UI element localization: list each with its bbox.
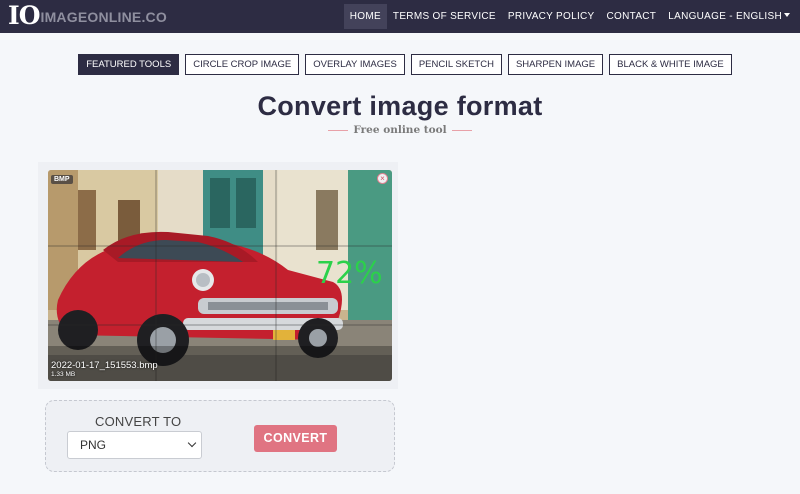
logo-text: IMAGEONLINE.CO [40,9,167,25]
featured-tools-button[interactable]: FEATURED TOOLS [78,54,180,75]
nav-menu: HOME TERMS OF SERVICE PRIVACY POLICY CON… [343,4,796,29]
logo-mark: IO [8,1,41,30]
subtitle-text: Free online tool [353,124,447,136]
format-select-value: PNG [80,438,107,452]
upload-progress: 72% [316,256,383,291]
chevron-down-icon [187,438,197,448]
subtitle-divider-right [451,129,472,131]
format-badge: BMP [51,175,73,184]
close-icon[interactable]: × [377,173,388,184]
nav-home-link[interactable]: HOME [343,4,387,29]
convert-button[interactable]: CONVERT [254,425,337,452]
page-subtitle: Free online tool [0,124,800,136]
subtitle-divider-left [328,129,349,131]
nav-terms-link[interactable]: TERMS OF SERVICE [387,4,502,29]
circle-crop-button[interactable]: CIRCLE CROP IMAGE [185,54,300,75]
language-dropdown[interactable]: LANGUAGE - ENGLISH [662,4,796,29]
sharpen-image-button[interactable]: SHARPEN IMAGE [507,54,604,75]
black-white-button[interactable]: BLACK & WHITE IMAGE [609,54,732,75]
caret-down-icon [784,13,790,17]
language-label: LANGUAGE - ENGLISH [668,11,782,22]
page-title: Convert image format [257,91,543,121]
convert-to-label: CONVERT TO [95,414,182,429]
file-name: 2022-01-17_151553.bmp [51,360,158,371]
tool-buttons: FEATURED TOOLS CIRCLE CROP IMAGE OVERLAY… [0,54,800,75]
nav-privacy-link[interactable]: PRIVACY POLICY [502,4,601,29]
nav-contact-link[interactable]: CONTACT [601,4,663,29]
brand-logo[interactable]: IO IMAGEONLINE.CO [8,2,167,30]
file-size: 1.33 MB [51,371,76,378]
pencil-sketch-button[interactable]: PENCIL SKETCH [410,54,502,75]
top-navbar: IO IMAGEONLINE.CO HOME TERMS OF SERVICE … [0,0,800,33]
overlay-images-button[interactable]: OVERLAY IMAGES [305,54,405,75]
format-select[interactable]: PNG [67,431,202,459]
